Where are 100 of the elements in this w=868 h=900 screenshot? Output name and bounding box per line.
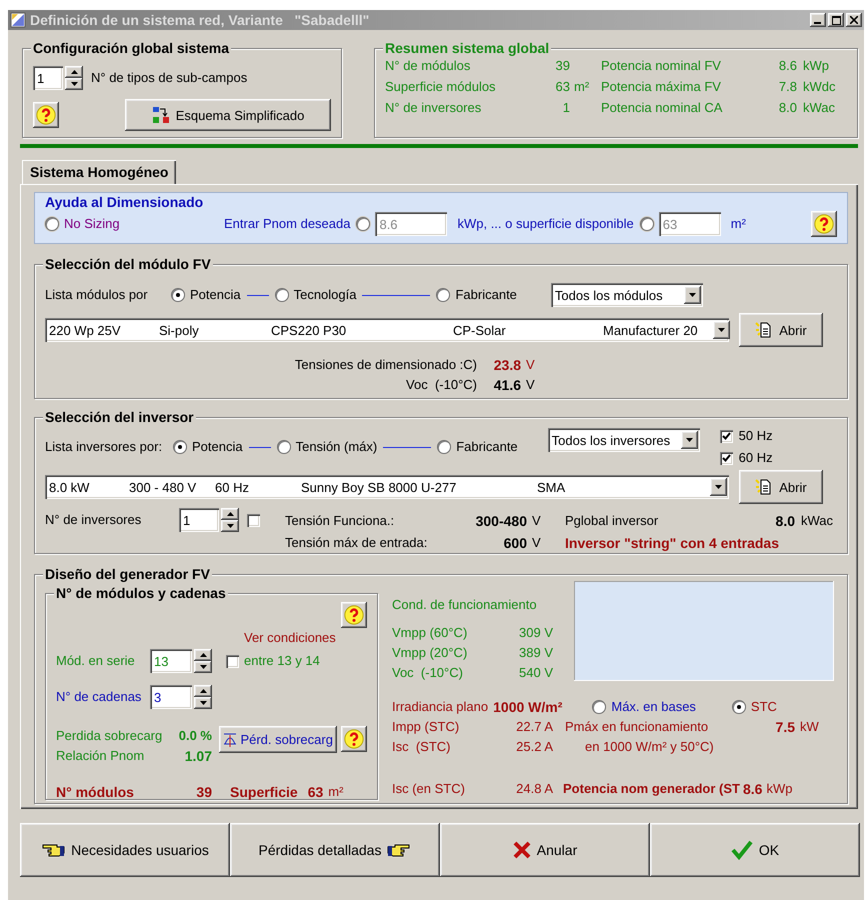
radio-button[interactable] [171, 288, 185, 302]
radio-button[interactable] [276, 440, 291, 454]
nominal-value: 8.6 [742, 780, 762, 799]
inverter-dropdown[interactable]: 8.0 kW 300 - 480 V 60 Hz Sunny Boy SB 8000 U-277 SMA [45, 475, 729, 499]
maximize-icon [832, 16, 840, 24]
field-label: N° de tipos de sub-campos [91, 69, 248, 87]
current-label: Impp (STC) [392, 718, 460, 736]
checkbox[interactable] [720, 430, 733, 442]
caret-icon [200, 689, 206, 693]
reading-value: 23.8 [492, 356, 521, 375]
current-value: 24.8 A [515, 780, 553, 798]
help-button[interactable] [341, 602, 367, 628]
unit-label: kWp [803, 56, 829, 75]
open-button[interactable]: Abrir [739, 313, 823, 347]
summary-label: Superficie módulos [385, 78, 497, 96]
option-label: Fabricante [456, 438, 518, 456]
radio-button[interactable] [274, 288, 289, 302]
condition-value: 309 V [518, 624, 553, 642]
option-label: Fabricante [455, 286, 517, 304]
number-field[interactable]: 1 [33, 66, 63, 90]
option-label: Máx. en bases [611, 698, 696, 716]
footer-button[interactable]: Anular [440, 823, 650, 877]
option-label: Tensión (máx) [296, 438, 378, 456]
tab[interactable]: Sistema Homogéneo [22, 160, 176, 184]
unit-label: kWac [801, 512, 834, 530]
spin-up-button[interactable] [221, 508, 239, 520]
spec-label: Pglobal inversor [565, 512, 660, 530]
unit-label: V [532, 534, 541, 552]
radio-button[interactable] [436, 288, 450, 302]
total-label: Superficie [230, 783, 298, 802]
number-field[interactable]: 13 [150, 649, 192, 673]
option-label: 60 Hz [738, 449, 773, 467]
reading-label: Voc (-10°C) [405, 376, 477, 394]
pointing-hand-icon [41, 843, 66, 857]
pmax-value: 7.5 [774, 718, 795, 737]
field-label: N° de cadenas [56, 688, 142, 706]
field-label: Lista inversores por: [45, 438, 164, 456]
radio-button[interactable] [732, 700, 746, 714]
summary-value: 63 [554, 78, 570, 96]
summary-value: 7.8 [778, 78, 797, 96]
spin-down-button[interactable] [194, 697, 212, 709]
unit-label: kWp, ... o superficie disponible [457, 215, 634, 233]
summary-value: 8.6 [778, 56, 797, 74]
minimize-button[interactable] [810, 13, 826, 27]
nominal-label: Potencia nom generador (ST [563, 780, 740, 798]
field-label: N° de inversores [45, 511, 142, 529]
spin-up-button[interactable] [194, 685, 212, 697]
caret-icon [718, 328, 725, 332]
pointing-hand-icon [387, 843, 412, 857]
caret-icon [200, 653, 206, 657]
help-button[interactable] [341, 726, 367, 752]
spin-up-button[interactable] [194, 649, 212, 661]
summary-value: 1 [562, 98, 570, 116]
loss-label: Perdida sobrecarg [56, 727, 164, 745]
summary-label: Potencia máxima FV [601, 78, 722, 96]
filter-dropdown[interactable]: Todos los módulos [550, 283, 703, 307]
footer-button[interactable]: OK [650, 823, 860, 877]
spec-value: 600 [502, 534, 527, 553]
maximize-button[interactable] [828, 13, 844, 27]
module-dropdown[interactable]: 220 Wp 25V Si-poly CPS220 P30 CP-Solar Manufacturer 20 [45, 318, 729, 342]
checkbox[interactable] [720, 452, 733, 464]
document-icon [755, 478, 774, 496]
current-label: Isc (STC) [392, 738, 452, 756]
conditions-label: Ver condiciones [244, 629, 336, 647]
caret-icon [226, 512, 234, 516]
overload-button[interactable]: Pérd. sobrecarg [219, 726, 337, 753]
total-value: 63 [308, 783, 324, 802]
radio-button[interactable] [437, 440, 452, 454]
spin-down-button[interactable] [221, 520, 239, 532]
caret-icon [70, 82, 78, 86]
irradiance-label: Irradiancia plano [392, 698, 488, 716]
checkbox[interactable] [226, 654, 239, 668]
help-button[interactable] [811, 211, 837, 237]
condition-label: Vmpp (60°C) [392, 624, 468, 642]
pmax-label: Pmáx en funcionamiento [565, 718, 710, 736]
radio-button[interactable] [173, 440, 187, 454]
conditions-title: Cond. de funcionamiento [392, 596, 538, 614]
radio-button[interactable] [45, 217, 59, 231]
option-label: Potencia [192, 438, 243, 456]
option-label: No Sizing [64, 215, 121, 233]
checkbox[interactable] [247, 514, 260, 526]
schema-button[interactable]: Esquema Simplificado [125, 99, 331, 131]
spin-up-button[interactable] [65, 66, 83, 78]
spin-down-button[interactable] [65, 78, 83, 90]
filter-dropdown[interactable]: Todos los inversores [548, 428, 700, 452]
radio-button[interactable] [592, 700, 606, 714]
unit-label: kWp [766, 780, 792, 798]
caret-icon [200, 665, 206, 669]
unit-label: V [526, 376, 535, 394]
spec-value: 8.0 [774, 512, 795, 531]
number-field[interactable]: 1 [179, 508, 219, 532]
spin-down-button[interactable] [194, 661, 212, 673]
help-button[interactable] [33, 102, 59, 128]
close-button[interactable] [846, 13, 862, 27]
footer-button[interactable]: Pérdidas detalladas [230, 823, 440, 877]
number-field[interactable]: 3 [150, 685, 192, 709]
spec-label: Tensión máx de entrada: [285, 534, 428, 552]
footer-button[interactable]: Necesidades usuarios [20, 823, 230, 877]
app-icon [10, 12, 26, 28]
open-button[interactable]: Abrir [739, 470, 823, 504]
